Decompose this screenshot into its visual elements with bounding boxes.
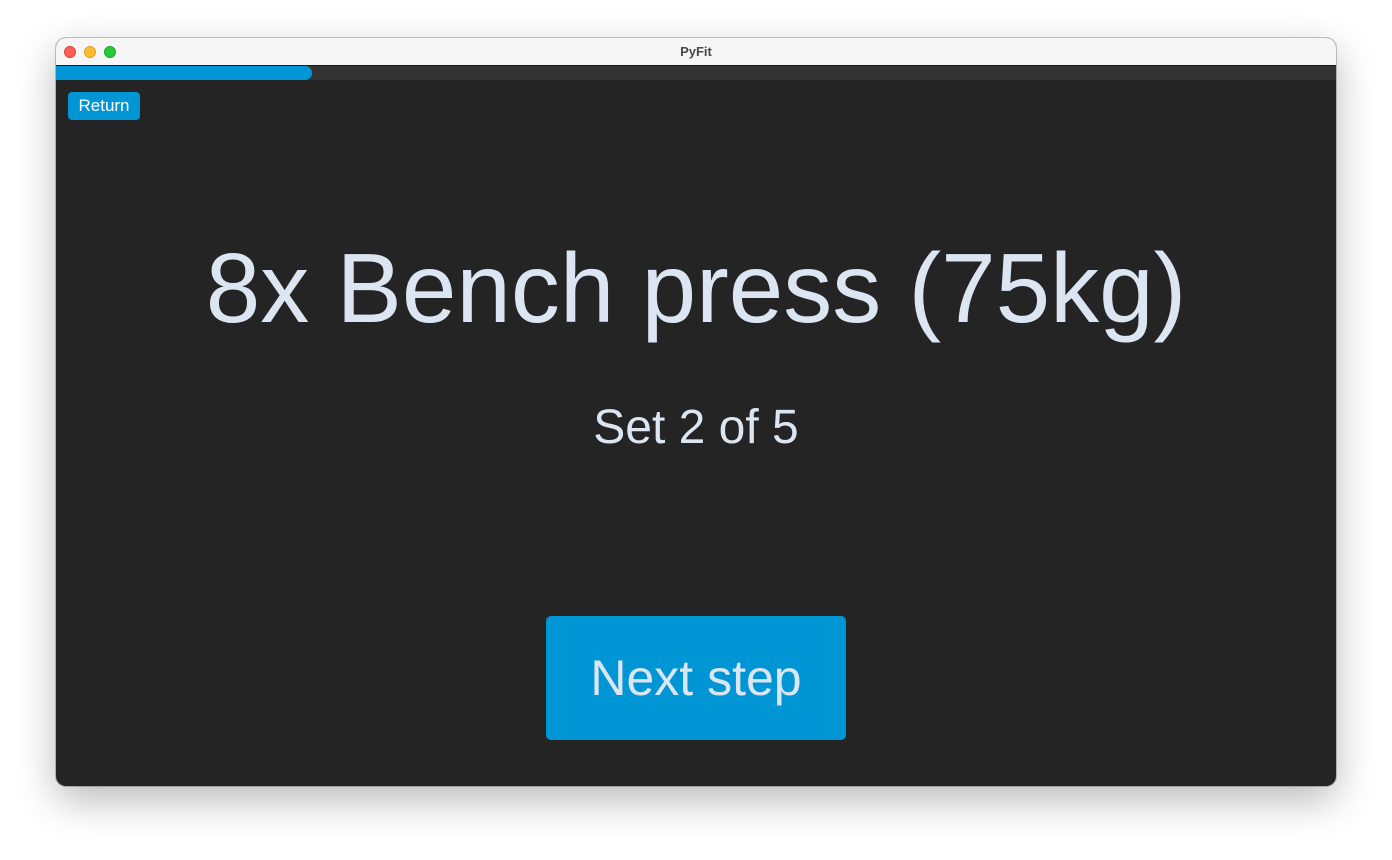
workout-progress-bar [56,66,1336,80]
title-bar: PyFit [56,38,1336,66]
set-counter: Set 2 of 5 [593,401,799,454]
return-button[interactable]: Return [68,92,140,120]
window-title: PyFit [680,44,712,59]
next-step-button[interactable]: Next step [546,616,846,740]
workout-progress-fill [56,66,312,80]
exercise-title: 8x Bench press (75kg) [205,233,1187,343]
app-window: PyFit Return 8x Bench press (75kg) Set 2… [56,38,1336,786]
